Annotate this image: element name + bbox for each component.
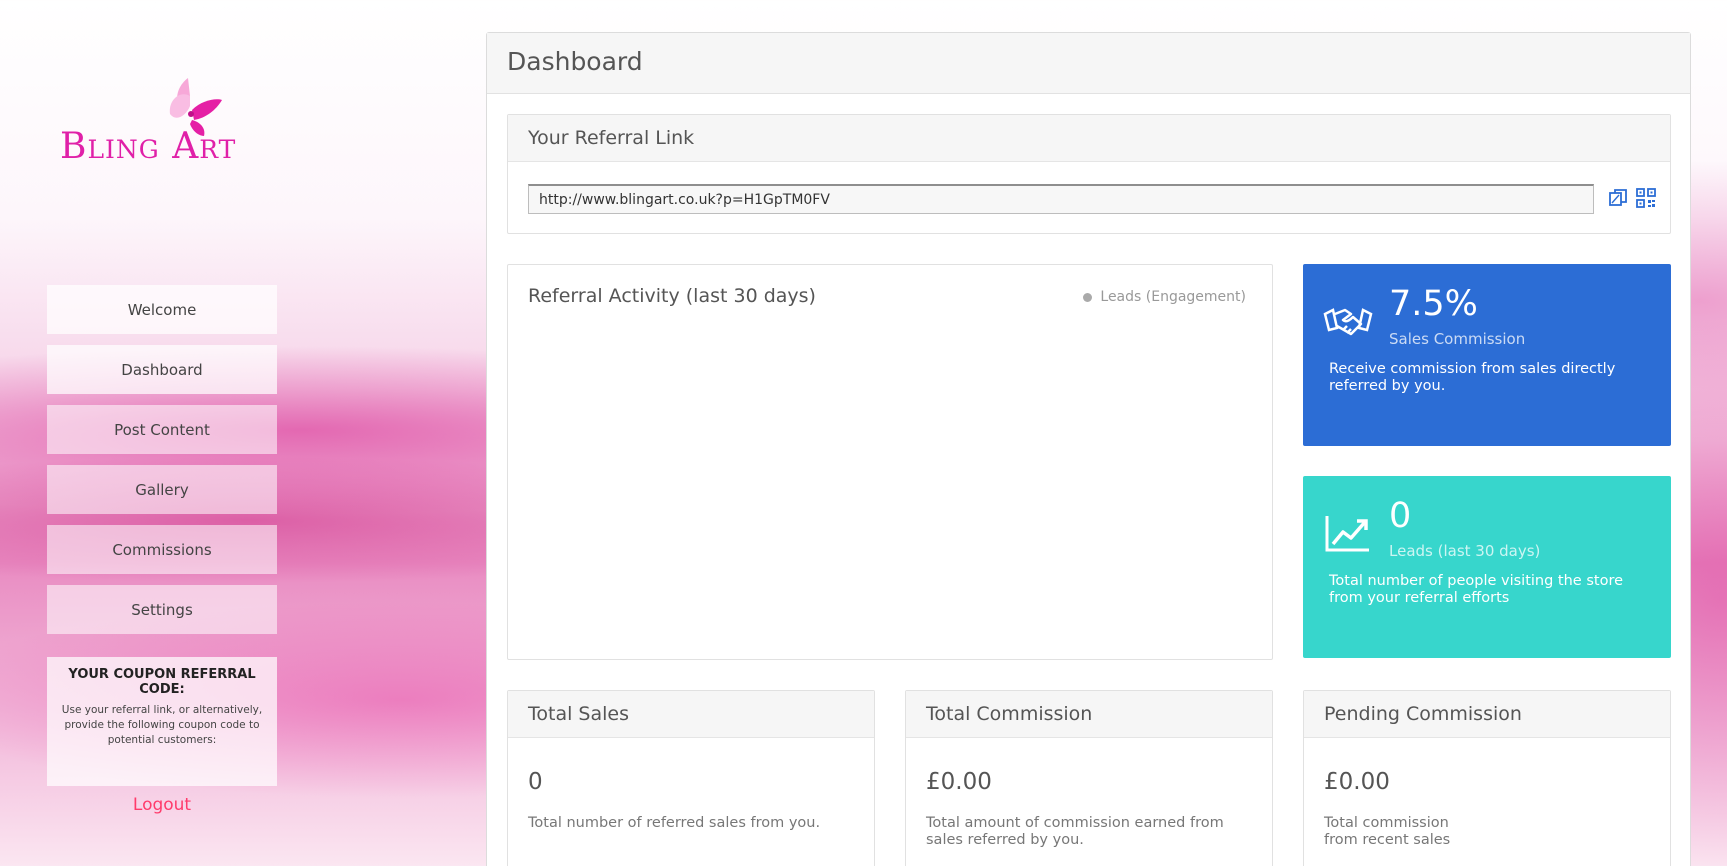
legend-dot-icon <box>1083 292 1093 302</box>
sidebar-item-settings[interactable]: Settings <box>47 585 277 634</box>
handshake-icon <box>1323 308 1373 336</box>
sidebar-item-gallery[interactable]: Gallery <box>47 465 277 514</box>
sidebar-item-post-content[interactable]: Post Content <box>47 405 277 454</box>
copy-icon[interactable] <box>1607 187 1629 209</box>
referral-link-card: Your Referral Link <box>507 114 1671 234</box>
leads-box: 0 Leads (last 30 days) Total number of p… <box>1303 476 1671 658</box>
total-commission-desc: Total amount of commission earned from s… <box>926 815 1224 848</box>
coupon-referral-panel: YOUR COUPON REFERRAL CODE: Use your refe… <box>47 657 277 786</box>
leads-desc: Total number of people visiting the stor… <box>1329 573 1624 606</box>
sidebar-item-dashboard[interactable]: Dashboard <box>47 345 277 394</box>
pending-commission-desc: Total commission from recent sales <box>1324 815 1451 848</box>
leads-label: Leads (last 30 days) <box>1389 542 1541 560</box>
pending-commission-value: £0.00 <box>1324 769 1390 795</box>
coupon-description: Use your referral link, or alternatively… <box>61 704 263 746</box>
total-sales-title: Total Sales <box>508 691 874 738</box>
total-commission-card: Total Commission £0.00 Total amount of c… <box>905 690 1273 866</box>
sidebar-nav: Welcome Dashboard Post Content Gallery C… <box>47 285 277 645</box>
total-commission-value: £0.00 <box>926 769 992 795</box>
logout-link[interactable]: Logout <box>47 795 277 815</box>
pending-commission-card: Pending Commission £0.00 Total commissio… <box>1303 690 1671 866</box>
page-title: Dashboard <box>487 33 1690 94</box>
activity-title: Referral Activity (last 30 days) <box>528 285 816 307</box>
legend-label: Leads (Engagement) <box>1100 289 1246 305</box>
sales-commission-desc: Receive commission from sales directly r… <box>1329 361 1616 394</box>
trend-up-icon <box>1325 516 1369 552</box>
qr-code-icon[interactable] <box>1635 187 1657 209</box>
leads-value: 0 <box>1389 496 1412 536</box>
dashboard-panel: Dashboard Your Referral Link Referral Ac… <box>486 32 1691 866</box>
referral-activity-chart: Referral Activity (last 30 days) Leads (… <box>507 264 1273 660</box>
total-sales-value: 0 <box>528 769 543 795</box>
total-sales-card: Total Sales 0 Total number of referred s… <box>507 690 875 866</box>
referral-link-title: Your Referral Link <box>508 115 1670 162</box>
sidebar-item-commissions[interactable]: Commissions <box>47 525 277 574</box>
coupon-title: YOUR COUPON REFERRAL CODE: <box>68 667 256 697</box>
total-sales-desc: Total number of referred sales from you. <box>528 815 821 831</box>
sidebar-item-welcome[interactable]: Welcome <box>47 285 277 334</box>
logo: Bling Art <box>60 70 260 170</box>
total-commission-title: Total Commission <box>906 691 1272 738</box>
brand-wordmark: Bling Art <box>60 126 237 167</box>
chart-legend[interactable]: Leads (Engagement) <box>1083 289 1246 305</box>
referral-link-input[interactable] <box>528 184 1594 214</box>
sales-commission-label: Sales Commission <box>1389 330 1526 348</box>
sales-commission-box: 7.5% Sales Commission Receive commission… <box>1303 264 1671 446</box>
sales-commission-value: 7.5% <box>1389 284 1478 324</box>
pending-commission-title: Pending Commission <box>1304 691 1670 738</box>
